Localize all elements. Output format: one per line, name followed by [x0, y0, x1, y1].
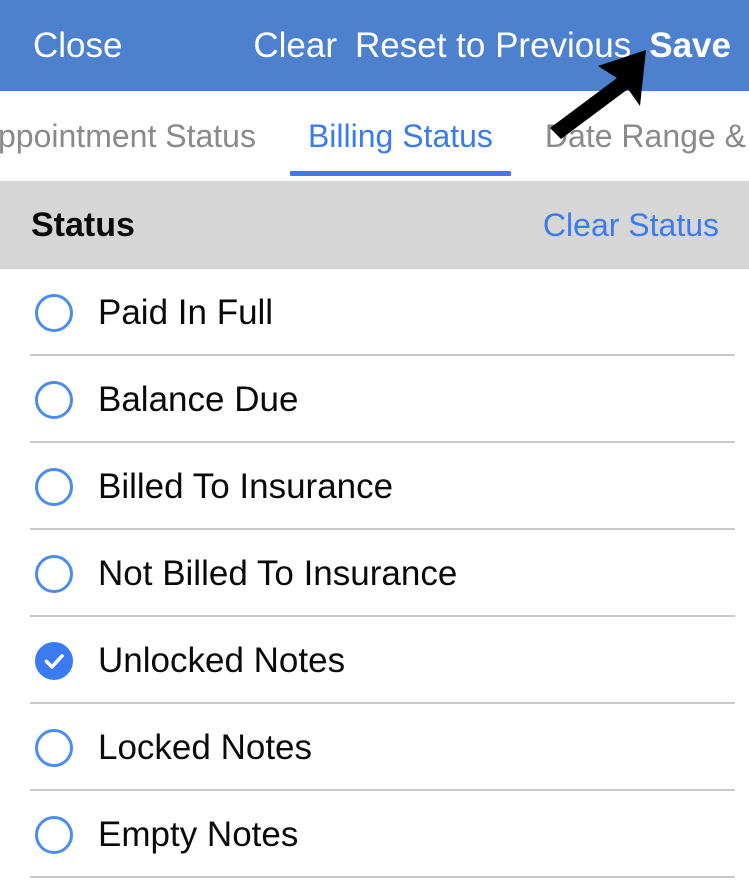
status-option-list: Paid In Full Balance Due Billed To Insur… — [0, 269, 749, 878]
radio-billed-to-insurance[interactable] — [35, 467, 73, 506]
list-item[interactable]: Balance Due — [0, 356, 749, 443]
radio-balance-due[interactable] — [35, 380, 73, 419]
list-item-label: Unlocked Notes — [98, 640, 346, 680]
close-button[interactable]: Close — [33, 24, 122, 68]
radio-not-billed-to-insurance[interactable] — [35, 554, 73, 593]
radio-locked-notes[interactable] — [35, 728, 73, 767]
tab-date-range-and-more-label: Date Range & Mor — [544, 118, 749, 154]
reset-to-previous-button[interactable]: Reset to Previous — [355, 24, 631, 68]
clear-button[interactable]: Clear — [253, 24, 337, 68]
tab-date-range-and-more[interactable]: Date Range & Mor — [519, 91, 749, 181]
list-item[interactable]: Empty Notes — [0, 791, 749, 878]
list-item[interactable]: Not Billed To Insurance — [0, 530, 749, 617]
section-title: Status — [31, 206, 135, 244]
list-item-label: Not Billed To Insurance — [98, 553, 458, 593]
list-separator — [30, 876, 735, 878]
list-item-label: Empty Notes — [98, 814, 299, 854]
tab-active-underline — [289, 171, 511, 176]
top-action-bar: Close Clear Reset to Previous Save — [0, 0, 749, 91]
list-item[interactable]: Billed To Insurance — [0, 443, 749, 530]
check-icon — [44, 653, 64, 669]
list-item[interactable]: Unlocked Notes — [0, 617, 749, 704]
radio-paid-in-full[interactable] — [35, 293, 73, 332]
tab-appointment-status[interactable]: ppointment Status — [0, 91, 282, 181]
clear-status-button[interactable]: Clear Status — [543, 205, 719, 245]
list-item-label: Paid In Full — [98, 292, 274, 332]
tab-bar-scroll[interactable]: ppointment Status Billing Status Date Ra… — [0, 91, 749, 181]
topbar-actions-group: Clear Reset to Previous Save — [253, 24, 731, 68]
list-item[interactable]: Locked Notes — [0, 704, 749, 791]
list-item-label: Billed To Insurance — [98, 466, 394, 506]
radio-empty-notes[interactable] — [35, 815, 73, 854]
tab-billing-status[interactable]: Billing Status — [282, 91, 519, 181]
status-section-header: Status Clear Status — [0, 181, 749, 269]
save-button[interactable]: Save — [649, 24, 731, 68]
tab-bar: ppointment Status Billing Status Date Ra… — [0, 91, 749, 181]
list-item-label: Locked Notes — [98, 727, 313, 767]
radio-unlocked-notes[interactable] — [35, 641, 73, 680]
list-item[interactable]: Paid In Full — [0, 269, 749, 356]
tab-billing-status-label: Billing Status — [307, 118, 493, 154]
list-item-label: Balance Due — [98, 379, 299, 419]
tab-appointment-status-label: ppointment Status — [0, 118, 256, 154]
